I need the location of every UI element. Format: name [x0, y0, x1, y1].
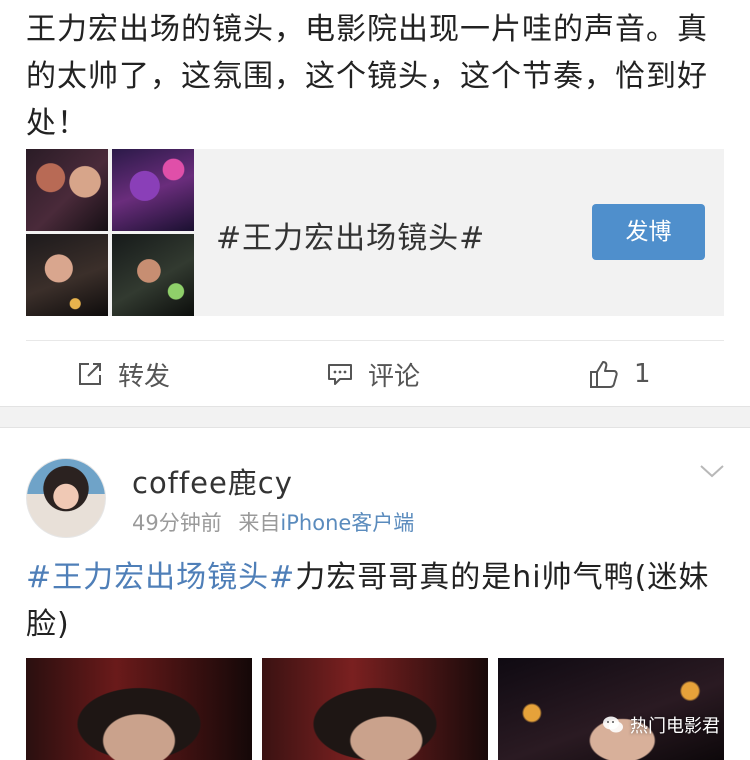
repost-label: 转发	[118, 361, 171, 392]
topic-thumbnail[interactable]	[26, 234, 108, 316]
post-menu-button[interactable]	[698, 462, 726, 484]
topic-thumbnail-grid[interactable]	[26, 149, 194, 316]
post-source[interactable]: iPhone客户端	[280, 511, 414, 535]
topic-link[interactable]: #王力宏出场镜头#	[26, 560, 295, 595]
avatar[interactable]	[26, 458, 106, 538]
topic-title[interactable]: #王力宏出场镜头#	[216, 213, 485, 257]
comment-icon	[328, 364, 352, 385]
feed-divider	[0, 406, 750, 428]
post-time: 49分钟前	[132, 511, 222, 535]
post-text: #王力宏出场镜头#力宏哥哥真的是hi帅气鸭(迷妹脸)	[26, 554, 731, 648]
action-bar: 转发 评论 1	[26, 340, 724, 406]
watermark: 热门电影君	[602, 712, 720, 738]
repost-icon	[79, 363, 101, 385]
like-count: 1	[634, 359, 651, 389]
topic-thumbnail[interactable]	[112, 149, 194, 231]
like-button[interactable]: 1	[588, 341, 651, 407]
source-prefix: 来自	[238, 511, 281, 535]
topic-thumbnail[interactable]	[112, 234, 194, 316]
topic-thumbnail[interactable]	[26, 149, 108, 231]
post-photo[interactable]	[262, 658, 488, 760]
username[interactable]: coffee鹿cy	[132, 460, 293, 502]
post-photo[interactable]	[26, 658, 252, 760]
thumbs-up-icon	[590, 361, 618, 388]
post-topic-button[interactable]: 发博	[592, 204, 705, 260]
wechat-icon	[603, 716, 623, 733]
post-meta: 49分钟前 来自iPhone客户端	[132, 507, 414, 537]
post-photo[interactable]	[498, 658, 724, 760]
watermark-text: 热门电影君	[630, 716, 720, 737]
repost-button[interactable]: 转发	[76, 341, 170, 407]
chevron-down-icon	[700, 465, 724, 478]
topic-card[interactable]: #王力宏出场镜头# 发博	[26, 149, 724, 316]
comment-button[interactable]: 评论	[326, 341, 420, 407]
comment-label: 评论	[368, 361, 421, 392]
post-text: 王力宏出场的镜头，电影院出现一片哇的声音。真的太帅了，这氛围，这个镜头，这个节奏…	[26, 12, 708, 141]
